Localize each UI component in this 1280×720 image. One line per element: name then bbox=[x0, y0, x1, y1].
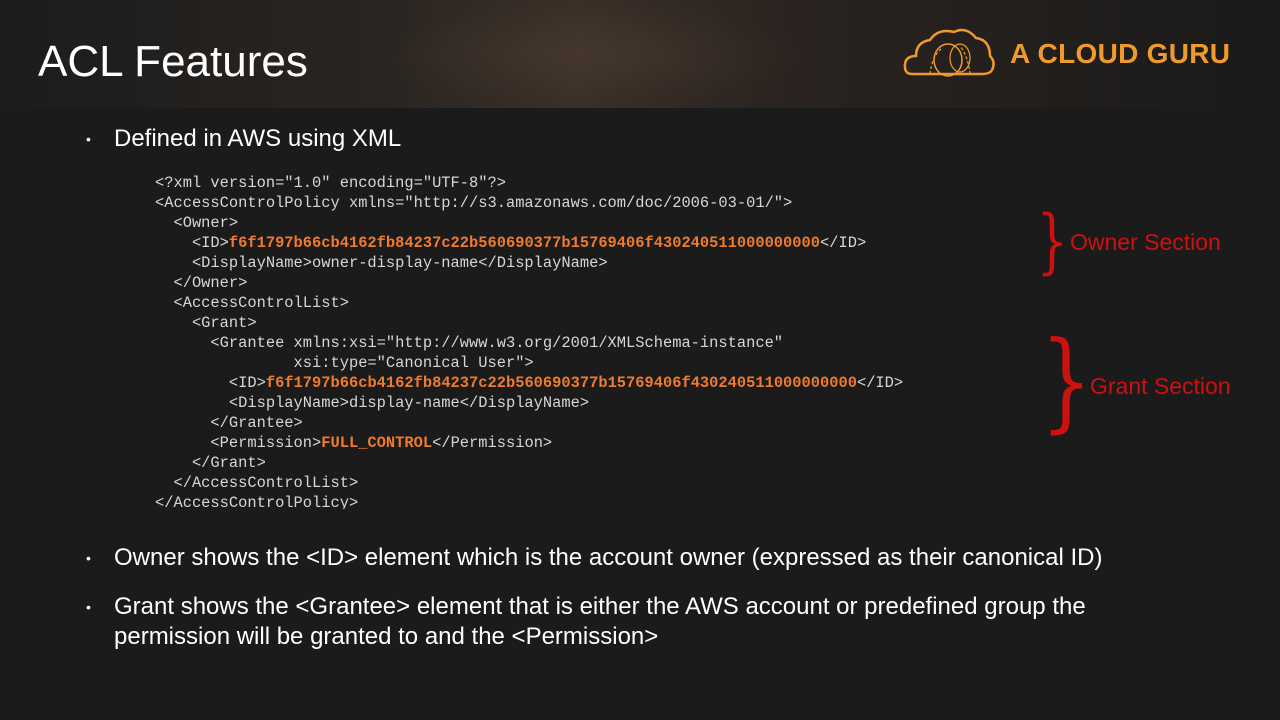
code-line: </AccessControlList> bbox=[155, 474, 359, 492]
code-line: <AccessControlPolicy xmlns="http://s3.am… bbox=[155, 194, 793, 212]
grant-section-label: Grant Section bbox=[1090, 373, 1231, 399]
logo-text: A CLOUD GURU bbox=[1010, 38, 1231, 69]
header-background-photo bbox=[380, 0, 800, 108]
logo: A CLOUD GURU bbox=[902, 26, 1247, 84]
owner-brace: } bbox=[1036, 200, 1068, 282]
bullet-text: Defined in AWS using XML bbox=[114, 125, 402, 152]
bullet-text-continued: permission will be granted to and the <P… bbox=[114, 623, 659, 650]
code-line: <AccessControlList> bbox=[155, 294, 349, 312]
bullet-dot: • bbox=[86, 131, 91, 147]
header-banner: ACL Features A CLOUD GURU bbox=[0, 0, 1280, 108]
code-line: <ID> bbox=[155, 374, 266, 392]
code-line: <ID> bbox=[155, 234, 229, 252]
bullet-dot: • bbox=[86, 550, 91, 566]
code-line: </Owner> bbox=[155, 274, 248, 292]
bullet-text: Owner shows the <ID> element which is th… bbox=[114, 544, 1103, 571]
code-line: <Permission> bbox=[155, 434, 322, 452]
code-line: </Grantee> bbox=[155, 414, 303, 432]
owner-id-value: f6f1797b66cb4162fb84237c22b560690377b157… bbox=[228, 234, 820, 252]
grant-brace: } bbox=[1040, 319, 1093, 444]
code-line: <Grantee xmlns:xsi="http://www.w3.org/20… bbox=[155, 334, 784, 352]
bullet-dot: • bbox=[86, 599, 91, 615]
code-line: <Grant> bbox=[155, 314, 257, 332]
permission-value: FULL_CONTROL bbox=[321, 434, 433, 452]
code-line: <?xml version="1.0" encoding="UTF-8"?> bbox=[155, 174, 506, 192]
code-line: <Owner> bbox=[155, 214, 239, 232]
code-line: <DisplayName>display-name</DisplayName> bbox=[155, 394, 590, 412]
grantee-id-value: f6f1797b66cb4162fb84237c22b560690377b157… bbox=[265, 374, 857, 392]
code-line: xsi:type="Canonical User"> bbox=[155, 354, 534, 372]
code-line: </Grant> bbox=[155, 454, 266, 472]
code-line: </AccessControlPolicy> bbox=[155, 494, 359, 509]
slide-title: ACL Features bbox=[38, 37, 308, 86]
bullet-text: Grant shows the <Grantee> element that i… bbox=[114, 593, 1086, 620]
xml-code-block: <?xml version="1.0" encoding="UTF-8"?> <… bbox=[155, 173, 903, 509]
owner-section-label: Owner Section bbox=[1070, 229, 1221, 255]
cloud-icon bbox=[903, 28, 995, 77]
code-line: <DisplayName>owner-display-name</Display… bbox=[155, 254, 608, 272]
